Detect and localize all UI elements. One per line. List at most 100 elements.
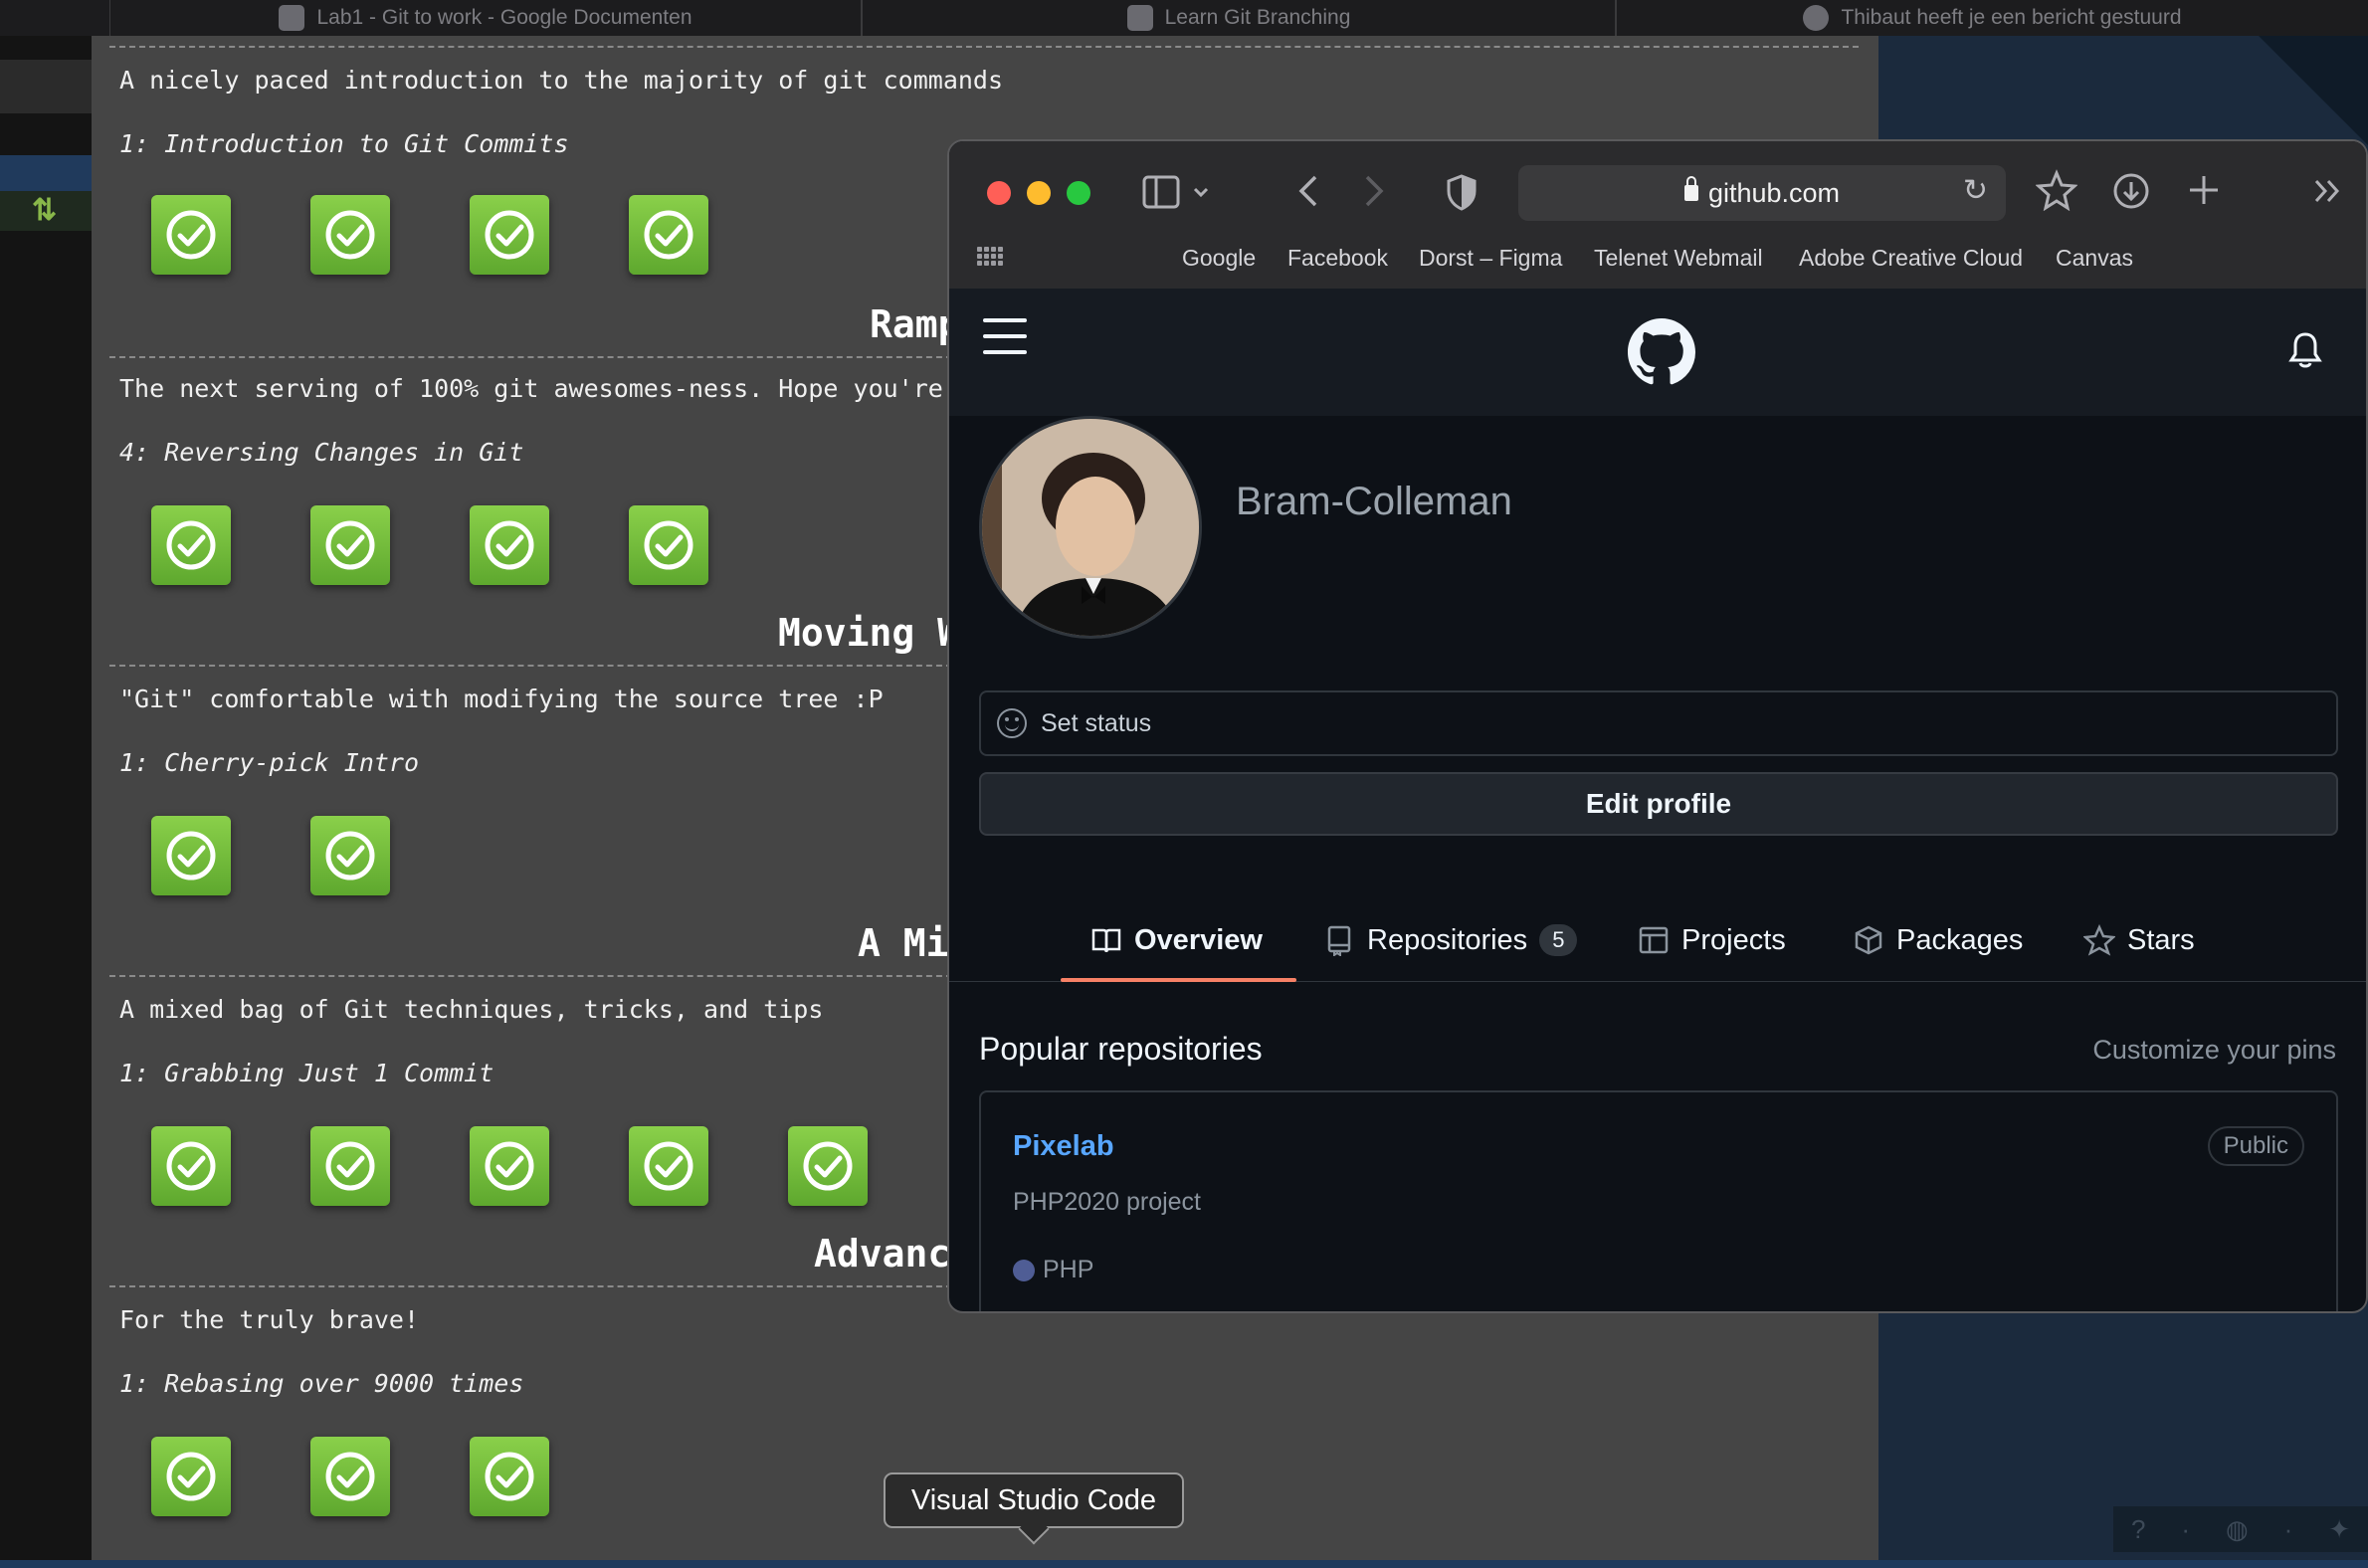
github-logo-icon[interactable] <box>1628 318 1695 386</box>
zoom-window-button[interactable] <box>1067 181 1090 205</box>
browser-tab-strip: Lab1 - Git to work - Google Documenten L… <box>0 0 2368 36</box>
level-complete-check-icon[interactable] <box>310 195 390 275</box>
close-window-button[interactable] <box>987 181 1011 205</box>
section-title: A Mi <box>858 921 949 965</box>
favorite-telenet[interactable]: Telenet Webmail <box>1594 245 1763 272</box>
visibility-badge: Public <box>2207 1126 2304 1166</box>
dock-edge <box>0 1560 2368 1568</box>
tab-stars[interactable]: Stars <box>2083 899 2195 981</box>
book-icon <box>1091 928 1121 953</box>
package-icon <box>1855 925 1882 955</box>
safari-toolbar: github.com ↻ Google Facebook Dorst – Fig… <box>949 141 2366 290</box>
level-complete-check-icon[interactable] <box>151 195 231 275</box>
editor-panel-block <box>0 60 92 113</box>
tab-packages[interactable]: Packages <box>1853 899 2023 981</box>
repo-description: PHP2020 project <box>1013 1188 1202 1216</box>
tab-messenger[interactable]: Thibaut heeft je een bericht gestuurd <box>1616 0 2368 36</box>
avatar[interactable] <box>979 416 1202 639</box>
set-status-label: Set status <box>1041 708 1152 737</box>
messenger-icon <box>1803 5 1830 31</box>
favorite-figma[interactable]: Dorst – Figma <box>1419 245 1562 272</box>
dot-separator: · <box>2181 1513 2191 1544</box>
level-complete-check-icon[interactable] <box>151 505 231 585</box>
url-text: github.com <box>1707 177 1841 208</box>
level-complete-check-icon[interactable] <box>788 1126 868 1206</box>
level-complete-check-icon[interactable] <box>629 505 708 585</box>
page-corner-decoration <box>2259 36 2368 145</box>
tab-google-docs[interactable]: Lab1 - Git to work - Google Documenten <box>109 0 862 36</box>
level-complete-check-icon[interactable] <box>310 1126 390 1206</box>
menu-icon[interactable] <box>983 318 1027 354</box>
new-tab-icon[interactable] <box>2187 173 2221 207</box>
reload-icon[interactable]: ↻ <box>1963 173 1988 208</box>
level-complete-check-icon[interactable] <box>151 1437 231 1516</box>
active-tab-underline <box>1061 978 1296 982</box>
tab-label: Learn Git Branching <box>1164 6 1351 29</box>
twitter-icon[interactable]: ✦ <box>2328 1514 2350 1545</box>
repositories-count-badge: 5 <box>1539 924 1578 956</box>
level-complete-check-icon[interactable] <box>470 1126 549 1206</box>
tab-label: Thibaut heeft je een bericht gestuurd <box>1841 6 2182 29</box>
help-icon[interactable]: ? <box>2131 1514 2145 1545</box>
favorite-google[interactable]: Google <box>1182 245 1256 272</box>
tab-label: Projects <box>1681 923 1786 956</box>
tab-projects[interactable]: Projects <box>1638 899 1786 981</box>
level-name[interactable]: 1: Grabbing Just 1 Commit <box>119 1059 493 1087</box>
dock-tooltip: Visual Studio Code <box>884 1472 1184 1545</box>
tab-learn-git-branching[interactable]: Learn Git Branching <box>862 0 1616 36</box>
avatar-photo <box>982 419 1199 636</box>
notification-bell-icon[interactable] <box>2288 330 2322 370</box>
popular-repositories-heading: Popular repositories <box>979 1031 1263 1067</box>
level-complete-check-icon[interactable] <box>310 505 390 585</box>
favorite-canvas[interactable]: Canvas <box>2056 245 2133 272</box>
repo-card: Pixelab Public PHP2020 project PHP <box>979 1090 2338 1311</box>
star-icon[interactable] <box>2036 169 2077 211</box>
repo-name-link[interactable]: Pixelab <box>1013 1130 1114 1163</box>
level-name[interactable]: 1: Introduction to Git Commits <box>119 129 569 158</box>
sidebar-icon[interactable] <box>1142 175 1180 209</box>
level-complete-check-icon[interactable] <box>629 195 708 275</box>
minimize-window-button[interactable] <box>1027 181 1051 205</box>
sync-icon[interactable]: ⇅ <box>32 193 57 228</box>
tab-label: Overview <box>1134 923 1263 956</box>
level-complete-check-icon[interactable] <box>151 1126 231 1206</box>
level-complete-check-icon[interactable] <box>470 505 549 585</box>
section-about: The next serving of 100% git awesomes-ne… <box>119 374 988 403</box>
section-about: For the truly brave! <box>119 1305 420 1334</box>
level-complete-check-icon[interactable] <box>470 1437 549 1516</box>
section-about: A nicely paced introduction to the major… <box>119 66 1004 95</box>
smiley-icon <box>997 708 1027 738</box>
shield-icon[interactable] <box>1445 173 1479 211</box>
forward-icon[interactable] <box>1361 171 1387 211</box>
download-icon[interactable] <box>2111 171 2151 211</box>
tab-label: Stars <box>2127 923 2195 956</box>
level-complete-check-icon[interactable] <box>310 816 390 895</box>
chevron-down-icon[interactable] <box>1192 185 1210 199</box>
level-name[interactable]: 1: Cherry-pick Intro <box>119 748 419 777</box>
level-complete-check-icon[interactable] <box>151 816 231 895</box>
customize-pins-link[interactable]: Customize your pins <box>2092 1035 2336 1066</box>
set-status-button[interactable]: Set status <box>979 690 2338 756</box>
edit-profile-button[interactable]: Edit profile <box>979 772 2338 836</box>
back-icon[interactable] <box>1295 171 1321 211</box>
address-bar[interactable]: github.com ↻ <box>1518 165 2006 221</box>
level-name[interactable]: 4: Reversing Changes in Git <box>119 438 523 467</box>
section-about: A mixed bag of Git techniques, tricks, a… <box>119 995 824 1024</box>
tab-repositories[interactable]: Repositories 5 <box>1323 899 1578 981</box>
editor-side-strip: ⇅ <box>0 36 92 1568</box>
level-complete-check-icon[interactable] <box>310 1437 390 1516</box>
level-complete-check-icon[interactable] <box>470 195 549 275</box>
favorite-adobe[interactable]: Adobe Creative Cloud <box>1799 245 2023 272</box>
safari-window: github.com ↻ Google Facebook Dorst – Fig… <box>947 139 2368 1313</box>
language-color-dot <box>1013 1259 1035 1281</box>
more-icon[interactable] <box>2312 177 2342 205</box>
tab-overview[interactable]: Overview <box>1061 899 1296 982</box>
level-complete-check-icon[interactable] <box>629 1126 708 1206</box>
favorites-bar: Google Facebook Dorst – Figma Telenet We… <box>949 245 2366 281</box>
lock-icon <box>1683 176 1698 201</box>
lgb-footer-controls: ? · ◍ · ✦ <box>2113 1506 2368 1552</box>
section-title: Advanc <box>814 1232 951 1275</box>
favorite-facebook[interactable]: Facebook <box>1287 245 1388 272</box>
level-name[interactable]: 1: Rebasing over 9000 times <box>119 1369 523 1398</box>
globe-icon[interactable]: ◍ <box>2226 1514 2249 1545</box>
